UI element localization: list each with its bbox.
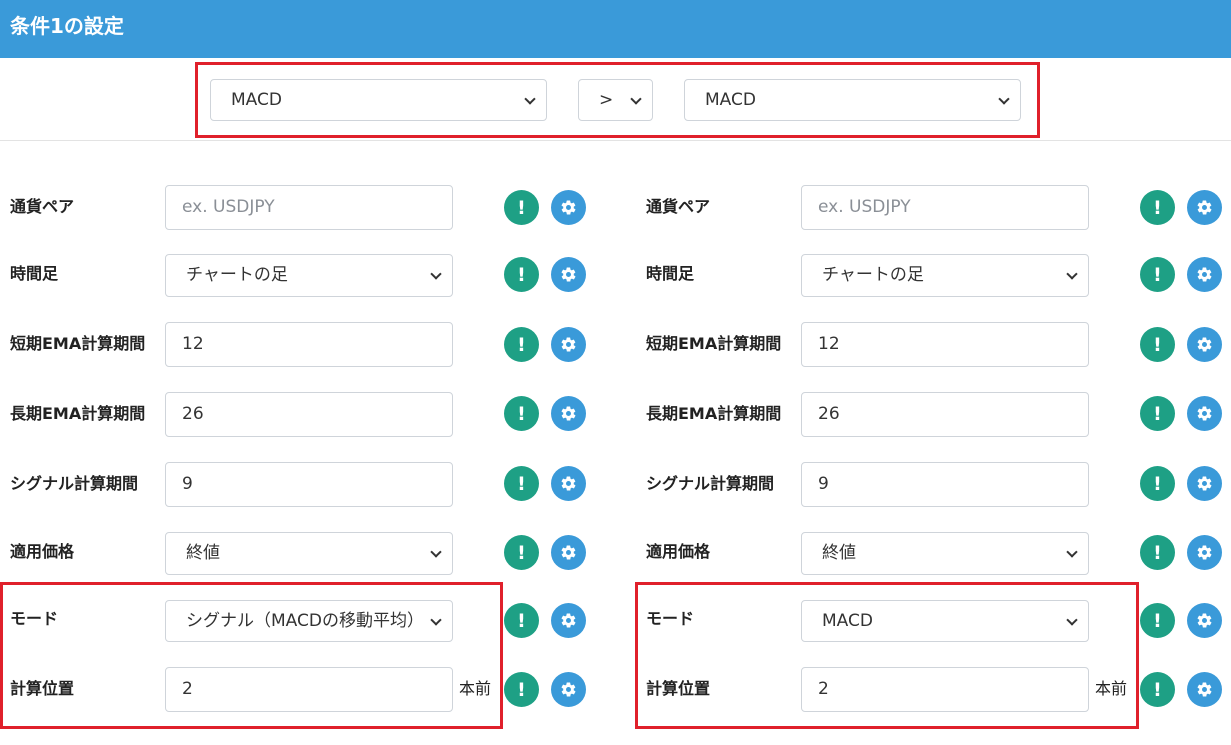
gear-icon[interactable] bbox=[1187, 535, 1222, 570]
signal-period-label: シグナル計算期間 bbox=[646, 474, 775, 493]
exclamation-glyph: ! bbox=[1153, 402, 1162, 425]
exclamation-glyph: ! bbox=[517, 472, 526, 495]
timeframe-select[interactable]: チャートの足 bbox=[165, 254, 453, 297]
timeframe-label: 時間足 bbox=[646, 264, 695, 283]
long-ema-label: 長期EMA計算期間 bbox=[10, 404, 146, 423]
exclamation-icon[interactable]: ! bbox=[504, 672, 539, 707]
gear-icon[interactable] bbox=[1187, 603, 1222, 638]
gear-icon[interactable] bbox=[551, 190, 586, 225]
short-ema-label: 短期EMA計算期間 bbox=[646, 334, 782, 353]
exclamation-icon[interactable]: ! bbox=[1140, 190, 1175, 225]
short-ema-label: 短期EMA計算期間 bbox=[10, 334, 146, 353]
gear-icon[interactable] bbox=[551, 466, 586, 501]
gear-icon[interactable] bbox=[1187, 396, 1222, 431]
comparison-highlight bbox=[195, 62, 1040, 138]
applied-price-label: 適用価格 bbox=[10, 542, 75, 561]
exclamation-glyph: ! bbox=[517, 541, 526, 564]
header-bar: 条件1の設定 bbox=[0, 0, 1231, 58]
timeframe-value: チャートの足 bbox=[186, 265, 288, 285]
gear-icon[interactable] bbox=[1187, 466, 1222, 501]
exclamation-glyph: ! bbox=[517, 678, 526, 701]
exclamation-icon[interactable]: ! bbox=[1140, 535, 1175, 570]
signal-period-input[interactable]: 9 bbox=[801, 462, 1089, 507]
exclamation-icon[interactable]: ! bbox=[504, 396, 539, 431]
applied-price-value: 終値 bbox=[822, 543, 856, 563]
gear-icon[interactable] bbox=[551, 257, 586, 292]
gear-icon[interactable] bbox=[1187, 257, 1222, 292]
currency-pair-input[interactable]: ex. USDJPY bbox=[165, 185, 453, 230]
timeframe-value: チャートの足 bbox=[822, 265, 924, 285]
exclamation-icon[interactable]: ! bbox=[1140, 327, 1175, 362]
currency-pair-label: 通貨ペア bbox=[10, 197, 75, 216]
applied-price-value: 終値 bbox=[186, 543, 220, 563]
exclamation-glyph: ! bbox=[1153, 678, 1162, 701]
gear-icon[interactable] bbox=[551, 672, 586, 707]
exclamation-icon[interactable]: ! bbox=[1140, 257, 1175, 292]
exclamation-glyph: ! bbox=[1153, 263, 1162, 286]
gear-icon[interactable] bbox=[551, 603, 586, 638]
exclamation-glyph: ! bbox=[1153, 333, 1162, 356]
gear-icon[interactable] bbox=[1187, 190, 1222, 225]
gear-icon[interactable] bbox=[551, 327, 586, 362]
exclamation-icon[interactable]: ! bbox=[504, 190, 539, 225]
exclamation-icon[interactable]: ! bbox=[1140, 672, 1175, 707]
right-mode-highlight bbox=[635, 582, 1139, 729]
exclamation-glyph: ! bbox=[1153, 472, 1162, 495]
exclamation-glyph: ! bbox=[1153, 196, 1162, 219]
short-ema-input[interactable]: 12 bbox=[165, 322, 453, 367]
exclamation-icon[interactable]: ! bbox=[504, 535, 539, 570]
currency-pair-input[interactable]: ex. USDJPY bbox=[801, 185, 1089, 230]
exclamation-icon[interactable]: ! bbox=[504, 327, 539, 362]
long-ema-input[interactable]: 26 bbox=[801, 392, 1089, 437]
exclamation-glyph: ! bbox=[517, 196, 526, 219]
currency-pair-label: 通貨ペア bbox=[646, 197, 711, 216]
exclamation-icon[interactable]: ! bbox=[504, 257, 539, 292]
exclamation-glyph: ! bbox=[517, 609, 526, 632]
short-ema-input[interactable]: 12 bbox=[801, 322, 1089, 367]
timeframe-label: 時間足 bbox=[10, 264, 59, 283]
chevron-down-icon bbox=[430, 268, 442, 280]
exclamation-glyph: ! bbox=[1153, 609, 1162, 632]
page-title: 条件1の設定 bbox=[10, 14, 124, 38]
exclamation-glyph: ! bbox=[517, 263, 526, 286]
exclamation-icon[interactable]: ! bbox=[1140, 603, 1175, 638]
applied-price-select[interactable]: 終値 bbox=[165, 532, 453, 575]
long-ema-label: 長期EMA計算期間 bbox=[646, 404, 782, 423]
applied-price-label: 適用価格 bbox=[646, 542, 711, 561]
exclamation-glyph: ! bbox=[1153, 541, 1162, 564]
signal-period-input[interactable]: 9 bbox=[165, 462, 453, 507]
applied-price-select[interactable]: 終値 bbox=[801, 532, 1089, 575]
exclamation-icon[interactable]: ! bbox=[504, 603, 539, 638]
gear-icon[interactable] bbox=[551, 535, 586, 570]
chevron-down-icon bbox=[430, 546, 442, 558]
exclamation-icon[interactable]: ! bbox=[1140, 396, 1175, 431]
gear-icon[interactable] bbox=[1187, 672, 1222, 707]
timeframe-select[interactable]: チャートの足 bbox=[801, 254, 1089, 297]
gear-icon[interactable] bbox=[551, 396, 586, 431]
chevron-down-icon bbox=[1066, 268, 1078, 280]
exclamation-glyph: ! bbox=[517, 333, 526, 356]
chevron-down-icon bbox=[1066, 546, 1078, 558]
exclamation-icon[interactable]: ! bbox=[1140, 466, 1175, 501]
long-ema-input[interactable]: 26 bbox=[165, 392, 453, 437]
exclamation-glyph: ! bbox=[517, 402, 526, 425]
exclamation-icon[interactable]: ! bbox=[504, 466, 539, 501]
gear-icon[interactable] bbox=[1187, 327, 1222, 362]
left-mode-highlight bbox=[0, 582, 503, 729]
signal-period-label: シグナル計算期間 bbox=[10, 474, 139, 493]
